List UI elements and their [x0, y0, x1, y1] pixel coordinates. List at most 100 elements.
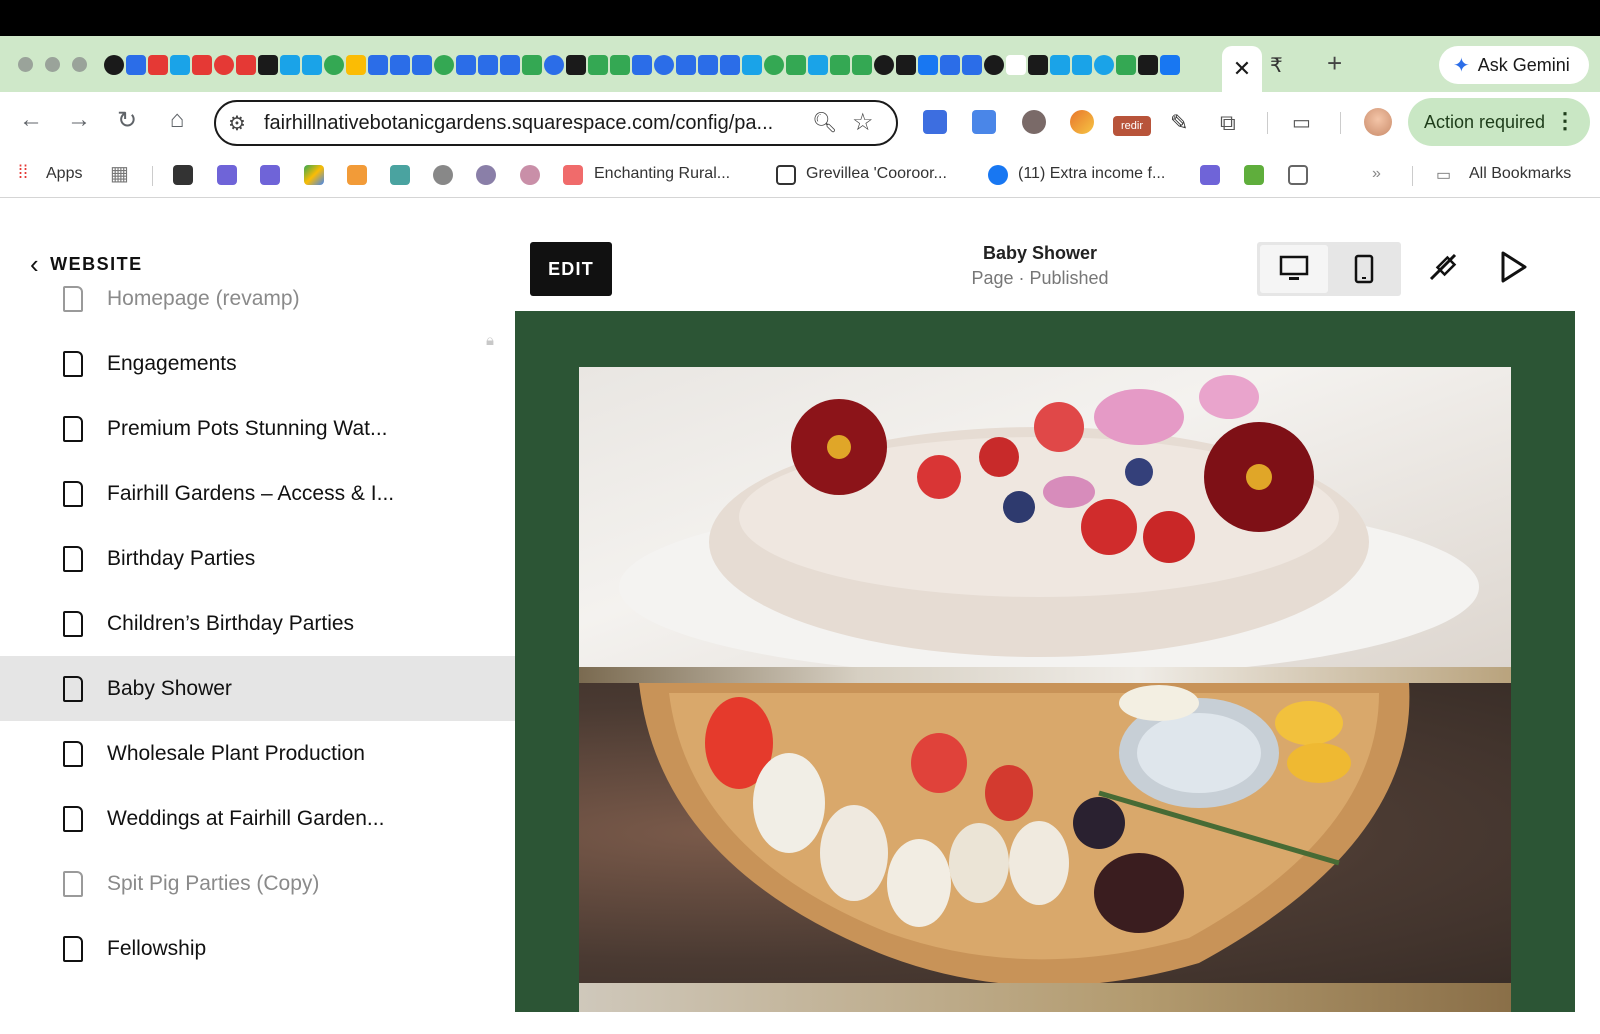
bookmark-shopify-icon[interactable]: [1244, 165, 1264, 185]
pinned-tab-favicon-icon[interactable]: [676, 55, 696, 75]
sidebar-page-item[interactable]: Weddings at Fairhill Garden...: [0, 786, 515, 851]
bookmark-item[interactable]: Grevillea 'Cooroor...: [806, 165, 947, 183]
pinned-tab-favicon-icon[interactable]: [720, 55, 740, 75]
pinned-tab-favicon-icon[interactable]: [368, 55, 388, 75]
pinned-tab-favicon-icon[interactable]: [566, 55, 586, 75]
extra-tab-favicons[interactable]: ₹: [1270, 53, 1283, 78]
pinned-tab-favicon-icon[interactable]: [786, 55, 806, 75]
mobile-view-button[interactable]: [1330, 245, 1398, 293]
pinned-tab-favicon-icon[interactable]: [632, 55, 652, 75]
sidebar-page-item[interactable]: Birthday Parties: [0, 526, 515, 591]
bookmark-heart-icon[interactable]: [520, 165, 540, 185]
pinned-tab-favicon-icon[interactable]: [544, 55, 564, 75]
site-styles-button[interactable]: [1425, 249, 1461, 290]
pinned-tab-favicon-icon[interactable]: [764, 55, 784, 75]
bookmark-teal-icon[interactable]: [390, 165, 410, 185]
bookmark-pocket-icon[interactable]: [1288, 165, 1308, 185]
pinned-tab-favicon-icon[interactable]: [500, 55, 520, 75]
pinned-tab-favicon-icon[interactable]: [478, 55, 498, 75]
pinned-tab-favicon-icon[interactable]: [192, 55, 212, 75]
bookmark-list-icon[interactable]: [217, 165, 237, 185]
tab-search-icon[interactable]: ▭: [1292, 110, 1316, 134]
pinned-tab-favicon-icon[interactable]: [698, 55, 718, 75]
bookmark-airbnb-icon[interactable]: [563, 165, 583, 185]
bookmark-drive-icon[interactable]: [304, 165, 324, 185]
pinned-tab-favicon-icon[interactable]: [522, 55, 542, 75]
extension-redir-icon[interactable]: redir: [1113, 116, 1151, 136]
sidebar-page-item[interactable]: Wholesale Plant Production: [0, 721, 515, 786]
bookmark-list-icon[interactable]: [260, 165, 280, 185]
pinned-tab-favicon-icon[interactable]: [808, 55, 828, 75]
apps-grid-icon[interactable]: ⁞⁞: [18, 162, 28, 183]
pinned-tab-favicon-icon[interactable]: [852, 55, 872, 75]
profile-avatar[interactable]: [1364, 108, 1392, 136]
home-icon[interactable]: ⌂: [162, 106, 192, 134]
sidebar-page-item[interactable]: Baby Shower: [0, 656, 515, 721]
ask-gemini-button[interactable]: ✦ Ask Gemini: [1439, 46, 1589, 84]
preview-play-button[interactable]: [1497, 249, 1529, 290]
pinned-tab-favicon-icon[interactable]: [324, 55, 344, 75]
back-arrow-icon[interactable]: ←: [16, 106, 46, 134]
pinned-tab-favicon-icon[interactable]: [654, 55, 674, 75]
eyedropper-icon[interactable]: ✎: [1170, 110, 1194, 135]
pinned-tab-favicon-icon[interactable]: [390, 55, 410, 75]
action-required-button[interactable]: Action required ⋮: [1408, 98, 1590, 146]
pinned-tab-favicon-icon[interactable]: [918, 55, 938, 75]
sidebar-page-item[interactable]: Fellowship: [0, 916, 515, 981]
new-tab-button[interactable]: +: [1327, 48, 1342, 79]
window-close-dot[interactable]: [18, 57, 33, 72]
tab-close-icon[interactable]: ✕: [1233, 56, 1251, 82]
extension-swirl-icon[interactable]: [1070, 110, 1094, 134]
kebab-menu-icon[interactable]: ⋮: [1554, 108, 1576, 134]
bookmark-item[interactable]: Enchanting Rural...: [594, 165, 730, 183]
pinned-tab-favicon-icon[interactable]: [896, 55, 916, 75]
bookmark-facebook-icon[interactable]: [988, 165, 1008, 185]
pinned-tab-favicon-icon[interactable]: [214, 55, 234, 75]
bookmark-orange-icon[interactable]: [347, 165, 367, 185]
window-zoom-dot[interactable]: [72, 57, 87, 72]
bookmark-amazon-icon[interactable]: [173, 165, 193, 185]
pinned-tab-favicon-icon[interactable]: [412, 55, 432, 75]
pinned-tab-favicon-icon[interactable]: [280, 55, 300, 75]
pinned-tab-favicon-icon[interactable]: [742, 55, 762, 75]
extensions-puzzle-icon[interactable]: ⧉: [1220, 110, 1244, 135]
grazing-platter-photo[interactable]: [579, 683, 1511, 983]
all-bookmarks[interactable]: All Bookmarks: [1469, 165, 1571, 183]
sidebar-page-item[interactable]: Homepage (revamp): [0, 266, 515, 331]
bookmark-apps[interactable]: Apps: [46, 165, 82, 183]
bookmark-check-icon[interactable]: [1200, 165, 1220, 185]
pinned-tab-favicon-icon[interactable]: [104, 55, 124, 75]
pinned-tab-favicon-icon[interactable]: [1094, 55, 1114, 75]
pinned-tab-favicon-icon[interactable]: [874, 55, 894, 75]
bookmark-shell-icon[interactable]: [476, 165, 496, 185]
sidebar-page-item[interactable]: Engagements: [0, 331, 515, 396]
pinned-tab-favicon-icon[interactable]: [1116, 55, 1136, 75]
pinned-tab-favicon-icon[interactable]: [170, 55, 190, 75]
bookmark-star-icon[interactable]: ☆: [852, 108, 874, 137]
pinned-tab-favicon-icon[interactable]: [258, 55, 278, 75]
bookmark-lion-icon[interactable]: [433, 165, 453, 185]
pinned-tab-favicon-icon[interactable]: [346, 55, 366, 75]
sidebar-page-item[interactable]: Spit Pig Parties (Copy): [0, 851, 515, 916]
pinned-tab-favicon-icon[interactable]: [1138, 55, 1158, 75]
bookmark-square-icon[interactable]: [776, 165, 796, 185]
bookmarks-overflow-icon[interactable]: »: [1372, 165, 1381, 183]
sidebar-page-item[interactable]: Premium Pots Stunning Wat...: [0, 396, 515, 461]
pinned-tab-favicon-icon[interactable]: [962, 55, 982, 75]
extension-settings-icon[interactable]: [972, 110, 996, 134]
pinned-tab-favicon-icon[interactable]: [1028, 55, 1048, 75]
pinned-tab-favicon-icon[interactable]: [1006, 55, 1026, 75]
desktop-view-button[interactable]: [1260, 245, 1328, 293]
pinned-tab-favicon-icon[interactable]: [984, 55, 1004, 75]
url-text[interactable]: fairhillnativebotanicgardens.squarespace…: [264, 112, 773, 135]
pinned-tab-favicon-icon[interactable]: [302, 55, 322, 75]
bookmark-item[interactable]: (11) Extra income f...: [1018, 165, 1165, 183]
pinned-tab-favicon-icon[interactable]: [588, 55, 608, 75]
pinned-tab-favicon-icon[interactable]: [126, 55, 146, 75]
pinned-tab-favicon-icon[interactable]: [1050, 55, 1070, 75]
window-minimize-dot[interactable]: [45, 57, 60, 72]
pinned-tab-favicon-icon[interactable]: [456, 55, 476, 75]
pinned-tab-favicon-icon[interactable]: [1160, 55, 1180, 75]
sidebar-page-item[interactable]: Children’s Birthday Parties: [0, 591, 515, 656]
pinned-tab-favicon-icon[interactable]: [236, 55, 256, 75]
